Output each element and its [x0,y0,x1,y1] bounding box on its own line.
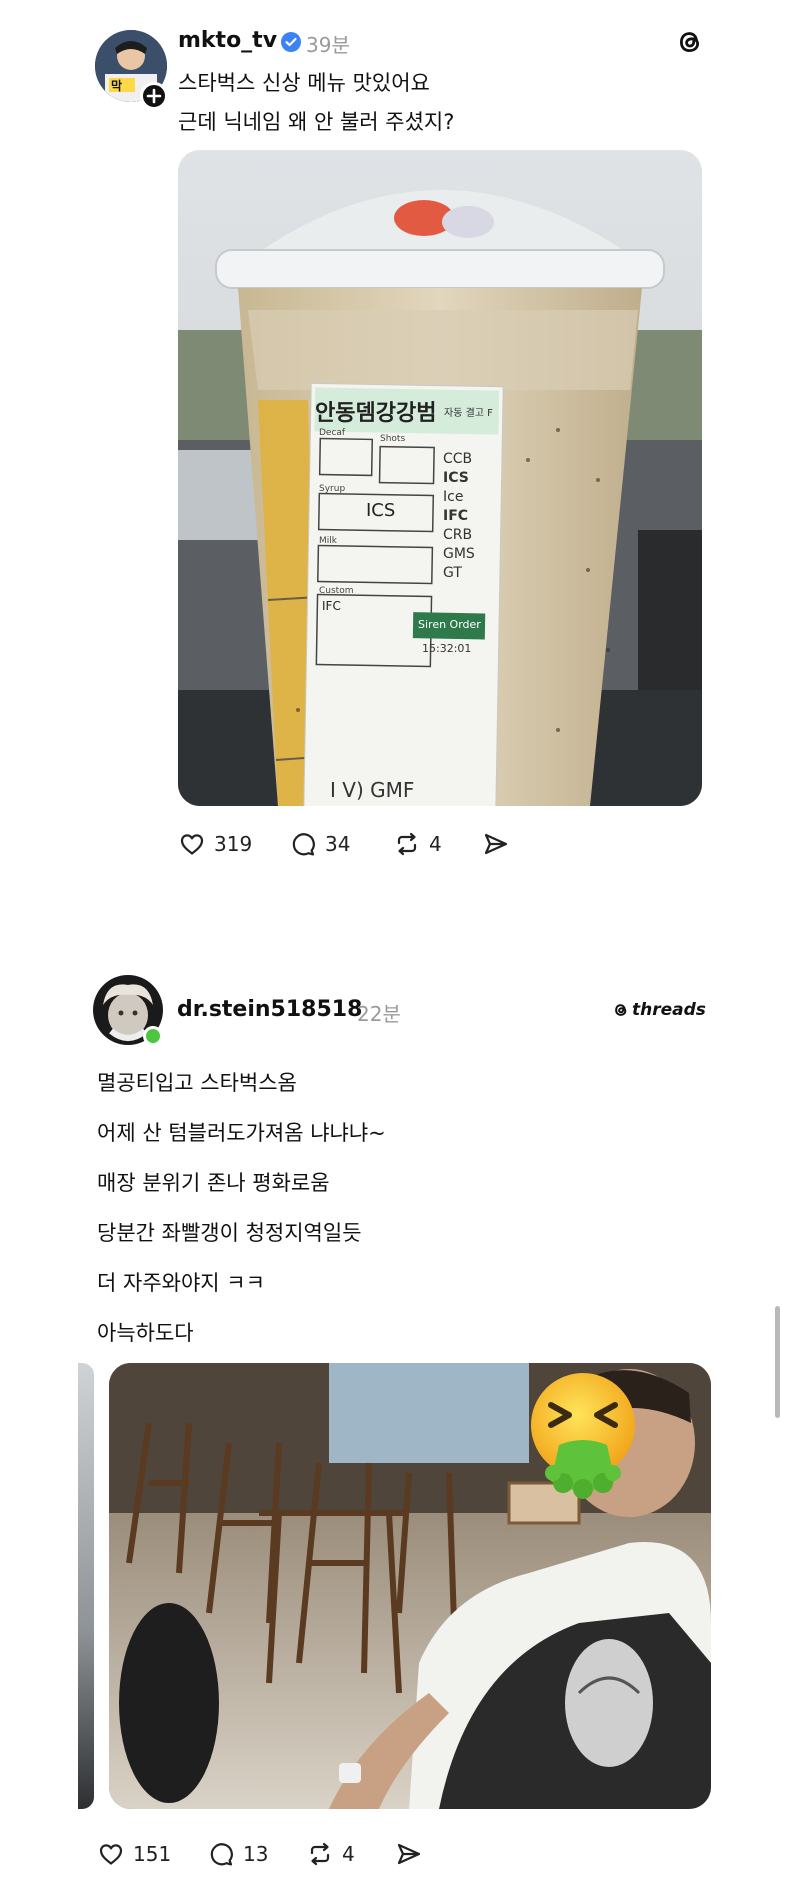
username[interactable]: mkto_tv [178,28,277,53]
post-text-line: 스타벅스 신상 메뉴 맛있어요 [178,71,430,95]
sticker-label-decaf: Decaf [319,428,346,438]
post-text-line: 멸공티입고 스타벅스옴 [97,1071,297,1095]
heart-icon [99,1844,123,1865]
sticker-nickname: 안동뎀강강범 [315,401,437,426]
sticker-code: IFC [443,508,469,524]
threads-logo-icon [615,1004,627,1016]
sticker-code: CRB [443,527,473,543]
sticker-small-text: 자동 결고 F [444,408,493,419]
post-text-line: 근데 닉네임 왜 안 불러 주셨지? [178,110,455,134]
sticker-label-custom: Custom [319,586,354,596]
follow-plus-icon[interactable] [140,82,168,110]
sticker-code: CCB [443,451,473,467]
sticker-label-milk: Milk [319,536,337,546]
post-1: 막 mkto_tv 39분 스타벅스 신상 메뉴 맛있어요 근데 닉네임 왜 안… [0,0,800,880]
comment-count: 34 [325,832,351,856]
sticker-label-shots: Shots [380,434,406,444]
like-count: 151 [133,1842,172,1866]
post-time: 22분 [357,1002,401,1026]
sticker-code: ICS [443,470,469,486]
share-icon [397,1843,421,1865]
like-button[interactable]: 151 [97,1840,171,1868]
threads-wordmark: threads [632,1000,706,1020]
heart-icon [180,834,204,855]
scrollbar[interactable] [775,1306,780,1418]
post-text-line: 매장 분위기 존나 평화로움 [97,1171,330,1195]
like-button[interactable]: 319 [178,830,252,858]
svg-text:막: 막 [111,79,122,93]
share-button[interactable] [395,1840,423,1868]
post-photo-cafe[interactable] [109,1363,711,1809]
sticker-codes: CCB ICS Ice IFC CRB GMS GT [443,450,475,583]
comment-button[interactable]: 34 [289,830,350,858]
sticker-code: GT [443,565,462,581]
sticker-bottom-code: I V) GMF [330,778,415,802]
sticker-custom-value: IFC [322,599,341,613]
sticker-time: 15:32:01 [422,642,472,655]
threads-logo-icon[interactable] [674,26,706,58]
comment-count: 13 [243,1842,269,1866]
carousel-previous-photo[interactable] [78,1363,94,1809]
vomit-emoji-icon [523,1369,643,1501]
sticker-code: GMS [443,546,475,562]
share-icon [484,833,508,855]
online-status-icon [143,1026,163,1046]
comment-icon [210,1843,233,1866]
post-time: 39분 [306,33,350,57]
username[interactable]: dr.stein518518 [177,997,362,1022]
sticker-syrup-value: ICS [366,500,396,521]
sticker-code: Ice [443,489,464,505]
repost-count: 4 [429,832,442,856]
post-text-line: 당분간 좌빨갱이 청정지역일듯 [97,1221,362,1245]
repost-button[interactable]: 4 [306,1840,355,1868]
repost-count: 4 [342,1842,355,1866]
post-text-line: 더 자주와야지 ㅋㅋ [97,1271,265,1295]
comment-icon [292,833,315,856]
post-2: dr.stein518518 22분 threads 멸공티입고 스타벅스옴 어… [0,960,800,1898]
like-count: 319 [214,832,253,856]
comment-button[interactable]: 13 [207,1840,268,1868]
share-button[interactable] [482,830,510,858]
post-text-line: 아늑하도다 [97,1321,194,1345]
verified-badge-icon [281,32,301,52]
threads-brand[interactable]: threads [612,1000,706,1020]
sticker-siren-order: Siren Order [418,618,481,631]
post-text-line: 어제 산 텀블러도가져옴 냐냐냐~ [97,1121,386,1145]
repost-icon [310,1842,330,1866]
sticker-label-syrup: Syrup [319,484,346,494]
repost-button[interactable]: 4 [393,830,442,858]
repost-icon [397,832,417,856]
post-photo-drink[interactable]: 안동뎀강강범 자동 결고 F Decaf Shots Syrup ICS Mil… [178,150,702,806]
